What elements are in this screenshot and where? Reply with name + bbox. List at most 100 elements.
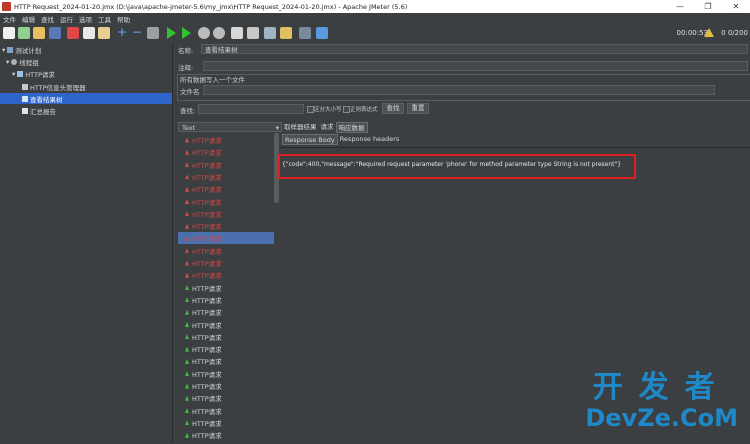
renderer-select[interactable]: Text ▾: [178, 122, 282, 132]
new-icon[interactable]: [3, 27, 15, 39]
result-list-item[interactable]: HTTP请求: [178, 343, 274, 355]
search-icon[interactable]: [264, 27, 276, 39]
result-item-label: HTTP请求: [192, 210, 222, 219]
result-list-item[interactable]: HTTP请求: [178, 171, 274, 183]
start-no-pause-icon[interactable]: [182, 27, 191, 39]
menu-tools[interactable]: 工具: [98, 14, 111, 24]
result-list-item[interactable]: HTTP请求: [178, 146, 274, 158]
tab-sampler-result[interactable]: 取样器结果: [282, 122, 319, 133]
result-list-item[interactable]: HTTP请求: [178, 208, 274, 220]
result-list-item[interactable]: HTTP请求: [178, 331, 274, 343]
name-field[interactable]: 查看结果树: [201, 44, 748, 54]
test-plan-icon: [7, 46, 14, 53]
result-item-label: HTTP请求: [192, 432, 222, 441]
result-list-item[interactable]: HTTP请求: [178, 269, 274, 281]
expand-icon[interactable]: +: [117, 26, 129, 39]
help-icon[interactable]: [316, 27, 328, 39]
error-status-icon: [185, 272, 189, 278]
templates-icon[interactable]: [18, 27, 30, 39]
result-list-item[interactable]: HTTP请求: [178, 232, 274, 245]
success-status-icon: [185, 346, 189, 352]
toolbar: + − 00:00:53 0 0/200: [0, 24, 750, 44]
error-status-icon: [185, 260, 189, 266]
menu-run[interactable]: 运行: [60, 14, 73, 24]
menu-edit[interactable]: 编辑: [22, 14, 35, 24]
result-item-label: HTTP请求: [192, 173, 222, 182]
result-list-item[interactable]: HTTP请求: [178, 319, 274, 331]
copy-icon[interactable]: [83, 27, 95, 39]
clear-icon[interactable]: [231, 27, 243, 39]
tree-node-summary-report[interactable]: 汇总报告: [22, 105, 56, 116]
paste-icon[interactable]: [98, 27, 110, 39]
result-list-item[interactable]: HTTP请求: [178, 134, 274, 146]
reset-button[interactable]: 重置: [407, 103, 429, 114]
result-list-item[interactable]: HTTP请求: [178, 220, 274, 232]
close-button[interactable]: ✕: [722, 0, 750, 13]
function-helper-icon[interactable]: [299, 27, 311, 39]
result-list-item[interactable]: HTTP请求: [178, 282, 274, 294]
result-list-item[interactable]: HTTP请求: [178, 245, 274, 257]
stop-icon[interactable]: [198, 27, 210, 39]
start-icon[interactable]: [167, 27, 176, 39]
tab-response-headers[interactable]: Response headers: [338, 134, 402, 145]
tab-response-data[interactable]: 响应数据: [335, 122, 368, 133]
result-list-item[interactable]: HTTP请求: [178, 368, 274, 380]
result-item-label: HTTP请求: [192, 161, 222, 170]
cut-icon[interactable]: [67, 27, 79, 39]
result-list-item[interactable]: HTTP请求: [178, 405, 274, 417]
listener-icon: [22, 107, 28, 114]
tree-node-header-manager[interactable]: HTTP信息头管理器: [22, 81, 86, 92]
expand-arrow-icon[interactable]: ▾: [12, 70, 15, 78]
reset-search-icon[interactable]: [280, 27, 292, 39]
result-list-item[interactable]: HTTP请求: [178, 159, 274, 171]
menu-search[interactable]: 查找: [41, 14, 54, 24]
maximize-button[interactable]: ❐: [694, 0, 722, 13]
search-input[interactable]: [198, 104, 304, 114]
listener-icon: [22, 95, 28, 102]
result-list-item[interactable]: HTTP请求: [178, 294, 274, 306]
tree-node-view-results-tree[interactable]: 查看结果树: [0, 93, 172, 104]
filename-field[interactable]: [203, 85, 715, 95]
result-item-label: HTTP请求: [192, 186, 222, 195]
warning-icon[interactable]: [704, 28, 714, 37]
result-list-item[interactable]: HTTP请求: [178, 417, 274, 429]
tree-node-thread-group[interactable]: ▾ 线程组: [6, 56, 39, 67]
tree-node-http-request[interactable]: ▾ HTTP请求: [12, 68, 55, 79]
result-list-item[interactable]: HTTP请求: [178, 306, 274, 318]
jmeter-app-icon: [2, 2, 11, 11]
result-list-item[interactable]: HTTP请求: [178, 380, 274, 392]
save-icon[interactable]: [49, 27, 61, 39]
collapse-icon[interactable]: −: [132, 26, 144, 39]
result-item-label: HTTP请求: [192, 407, 222, 416]
open-icon[interactable]: [33, 27, 45, 39]
expand-arrow-icon[interactable]: ▾: [2, 46, 5, 54]
comment-field[interactable]: [203, 61, 748, 71]
menu-options[interactable]: 选项: [79, 14, 92, 24]
find-button[interactable]: 查找: [382, 103, 404, 114]
result-list-item[interactable]: HTTP请求: [178, 257, 274, 269]
shutdown-icon[interactable]: [213, 27, 225, 39]
menu-help[interactable]: 帮助: [117, 14, 130, 24]
error-status-icon: [185, 162, 189, 168]
result-list-item[interactable]: HTTP请求: [178, 355, 274, 367]
result-item-label: HTTP请求: [192, 333, 222, 342]
case-sensitive-checkbox[interactable]: [307, 106, 314, 113]
toggle-icon[interactable]: [147, 27, 159, 39]
regex-checkbox[interactable]: [343, 106, 350, 113]
expand-arrow-icon[interactable]: ▾: [6, 58, 9, 66]
result-list-item[interactable]: HTTP请求: [178, 392, 274, 404]
tab-response-body[interactable]: Response Body: [282, 134, 338, 145]
result-list-item[interactable]: HTTP请求: [178, 429, 274, 441]
menu-file[interactable]: 文件: [3, 14, 16, 24]
result-list-item[interactable]: HTTP请求: [178, 196, 274, 208]
result-list-item[interactable]: HTTP请求: [178, 183, 274, 195]
error-status-icon: [185, 186, 189, 192]
tree-node-label: HTTP信息头管理器: [30, 83, 86, 92]
tree-node-test-plan[interactable]: ▾ 测试计划: [2, 44, 41, 55]
tab-request[interactable]: 请求: [319, 122, 336, 133]
clear-all-icon[interactable]: [247, 27, 259, 39]
minimize-button[interactable]: —: [666, 0, 694, 13]
result-item-label: HTTP请求: [192, 395, 222, 404]
success-status-icon: [185, 334, 189, 340]
renderer-select-value: Text: [182, 124, 196, 132]
